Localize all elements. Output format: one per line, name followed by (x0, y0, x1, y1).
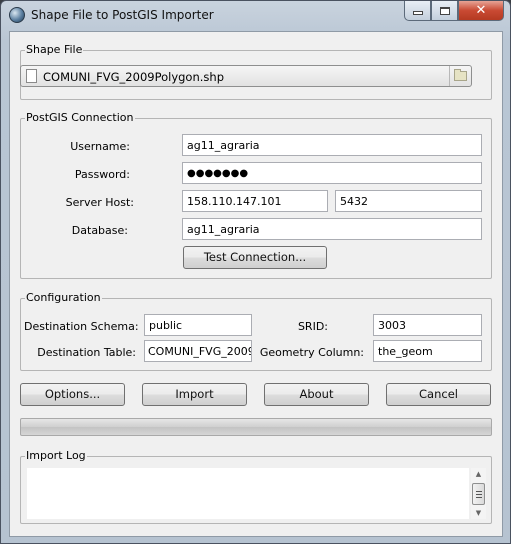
scroll-thumb[interactable] (472, 483, 485, 505)
window-controls: ✕ (404, 1, 504, 22)
maximize-icon (439, 6, 450, 15)
minimize-icon (412, 10, 423, 15)
import-log-group-label: Import Log (25, 449, 87, 462)
geometry-column-field[interactable]: the_geom (373, 340, 482, 362)
database-label: Database: (71, 224, 128, 237)
maximize-button[interactable] (431, 1, 458, 21)
shape-file-group-label: Shape File (25, 43, 84, 56)
folder-icon (454, 69, 467, 81)
geometry-column-label: Geometry Column: (259, 346, 364, 359)
import-log-group: Import Log ▲ ▼ (20, 449, 492, 524)
shape-file-chooser[interactable]: COMUNI_FVG_2009Polygon.shp (20, 65, 472, 87)
destination-table-label: Destination Table: (37, 346, 136, 359)
connection-group-label: PostGIS Connection (25, 111, 135, 124)
file-icon (26, 69, 37, 83)
scroll-down-icon[interactable]: ▼ (471, 507, 486, 519)
log-scrollbar[interactable]: ▲ ▼ (471, 468, 486, 519)
importer-window: Shape File to PostGIS Importer ✕ Shape F… (0, 0, 511, 544)
import-progress-bar (20, 418, 492, 436)
username-label: Username: (70, 140, 130, 153)
minimize-button[interactable] (404, 1, 431, 21)
title-bar[interactable]: Shape File to PostGIS Importer ✕ (1, 1, 510, 31)
browse-button[interactable] (449, 66, 471, 86)
srid-label: SRID: (297, 320, 328, 333)
server-host-label: Server Host: (65, 196, 134, 209)
cancel-button[interactable]: Cancel (386, 383, 491, 406)
destination-schema-label: Destination Schema: (24, 320, 139, 333)
close-icon: ✕ (475, 3, 487, 18)
password-field[interactable]: ●●●●●●● (182, 162, 482, 184)
password-label: Password: (74, 168, 130, 181)
shape-file-name: COMUNI_FVG_2009Polygon.shp (43, 70, 224, 84)
about-button[interactable]: About (264, 383, 369, 406)
globe-icon (9, 7, 25, 23)
username-field[interactable]: ag11_agraria (182, 134, 482, 156)
scroll-up-icon[interactable]: ▲ (471, 468, 486, 480)
test-connection-button[interactable]: Test Connection... (183, 246, 327, 269)
window-title: Shape File to PostGIS Importer (31, 8, 214, 22)
destination-schema-field[interactable]: public (144, 314, 252, 336)
port-field[interactable]: 5432 (335, 190, 482, 212)
options-button[interactable]: Options... (20, 383, 125, 406)
destination-table-field[interactable]: COMUNI_FVG_2009 (144, 340, 252, 362)
import-button[interactable]: Import (142, 383, 247, 406)
import-log-textarea[interactable] (27, 468, 469, 519)
dialog-body: Shape File COMUNI_FVG_2009Polygon.shp Po… (9, 31, 503, 537)
database-field[interactable]: ag11_agraria (182, 218, 482, 240)
close-button[interactable]: ✕ (458, 1, 504, 21)
configuration-group-label: Configuration (25, 291, 102, 304)
srid-field[interactable]: 3003 (373, 314, 482, 336)
server-host-field[interactable]: 158.110.147.101 (182, 190, 328, 212)
